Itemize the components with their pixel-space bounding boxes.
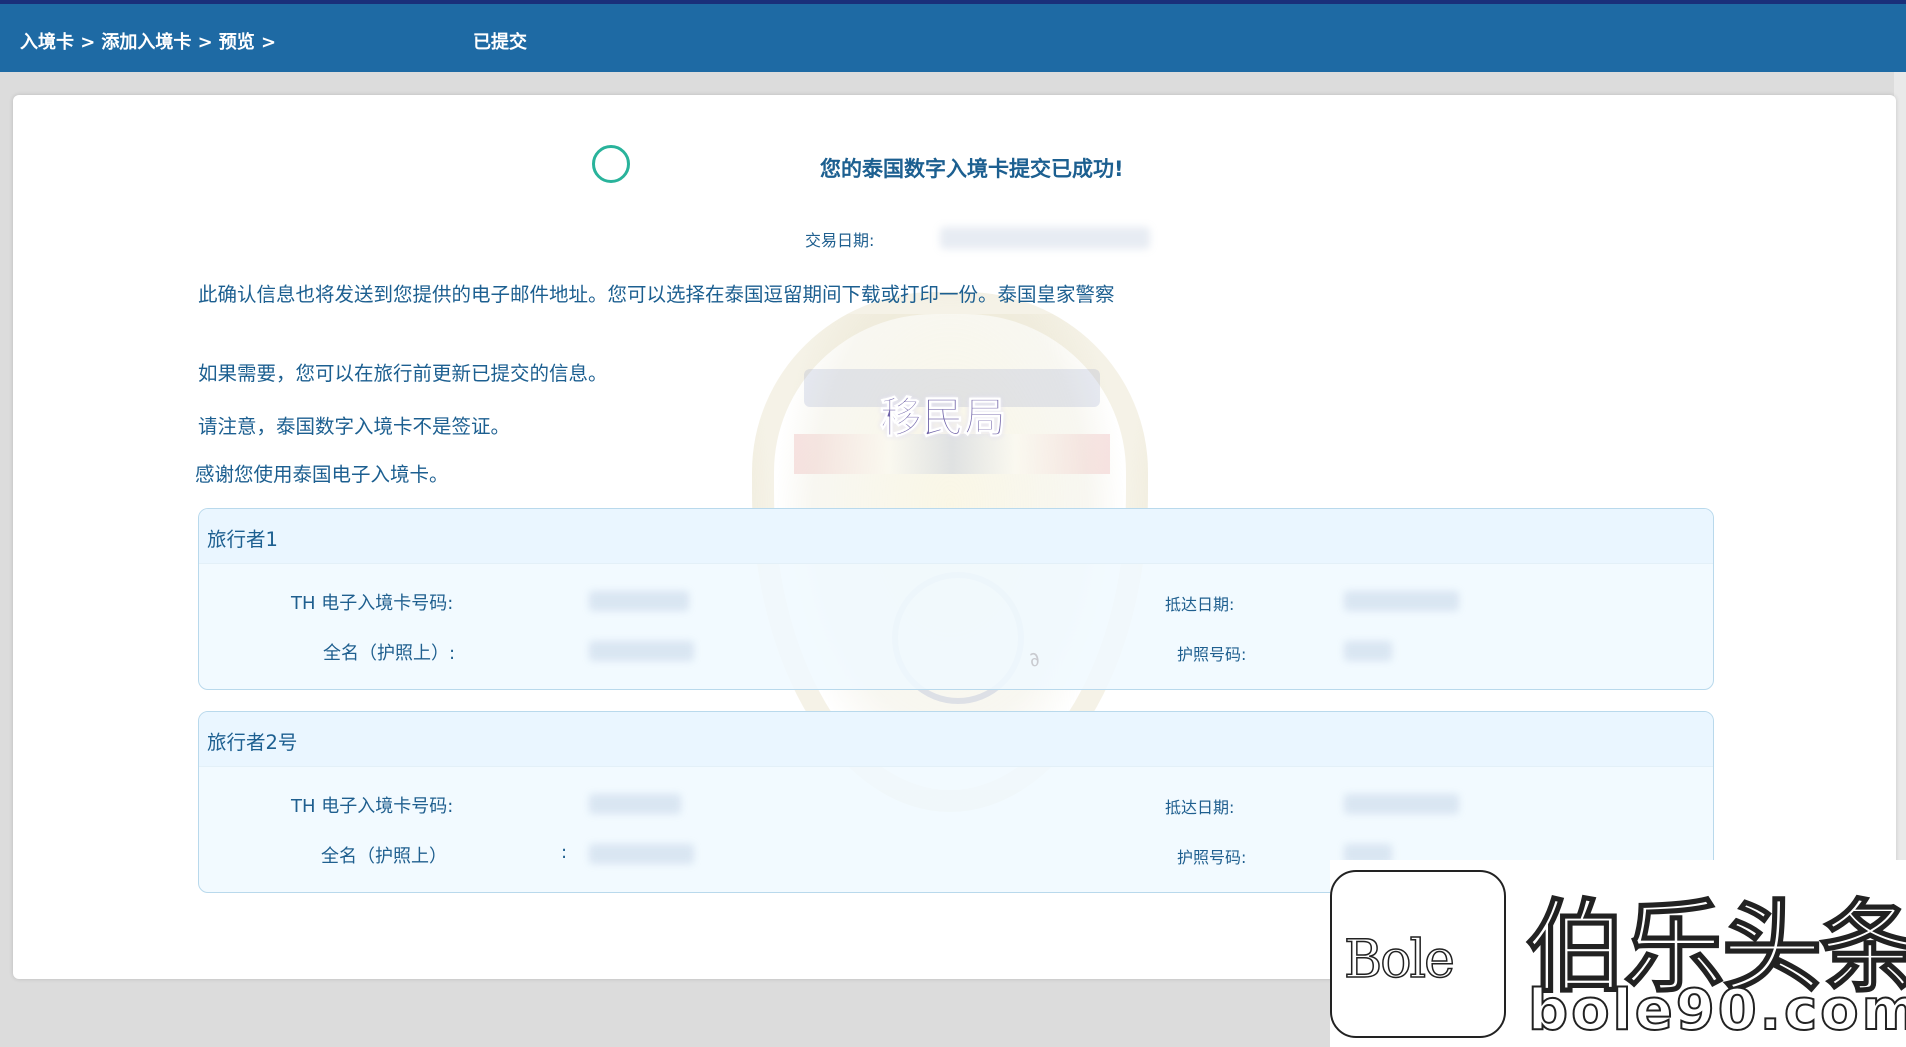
passport-number-label: 护照号码: — [1177, 645, 1247, 664]
emblem-title: 移民局 — [879, 393, 1007, 443]
arrival-date-value-redacted — [1344, 591, 1459, 611]
arrival-date-value-redacted — [1344, 794, 1459, 814]
card-number-label: TH 电子入境卡号码: — [291, 796, 454, 817]
arrival-date-label: 抵达日期: — [1165, 595, 1235, 614]
traveler-card-header — [199, 509, 1713, 564]
watermark-url: bole90.com — [1527, 977, 1906, 1044]
traveler-card-header — [199, 712, 1713, 767]
breadcrumb-preview[interactable]: 预览 > — [219, 28, 276, 54]
breadcrumb-add-entry-card[interactable]: 添加入境卡 > — [101, 28, 212, 54]
passport-number-value-redacted — [1344, 641, 1392, 661]
breadcrumb: 入境卡 > 添加入境卡 > 预览 > — [20, 28, 276, 54]
card-number-value-redacted — [589, 591, 689, 611]
full-name-label: 全名（护照上）: — [323, 643, 456, 664]
thanks-note: 感谢您使用泰国电子入境卡。 — [195, 463, 449, 486]
full-name-label: 全名（护照上） — [321, 846, 447, 867]
traveler-card: 旅行者1 TH 电子入境卡号码: 抵达日期: 全名（护照上）: 护照号码: ∂ — [198, 508, 1714, 690]
visa-note: 请注意，泰国数字入境卡不是签证。 — [198, 415, 511, 438]
transaction-date-label: 交易日期: — [805, 231, 875, 250]
breadcrumb-submitted: 已提交 — [473, 32, 527, 53]
card-number-value-redacted — [589, 794, 681, 814]
site-watermark: Bole 伯乐头条 bole90.com — [1330, 860, 1906, 1047]
arrival-date-label: 抵达日期: — [1165, 798, 1235, 817]
full-name-value-redacted — [589, 641, 694, 661]
success-message: 您的泰国数字入境卡提交已成功! — [820, 157, 1124, 181]
watermark-logo-icon: Bole — [1330, 870, 1506, 1038]
confirmation-paragraph: 此确认信息也将发送到您提供的电子邮件地址。您可以选择在泰国逗留期间下载或打印一份… — [198, 283, 1115, 306]
top-navigation-bar: 入境卡 > 添加入境卡 > 预览 > 已提交 — [0, 0, 1906, 72]
update-note: 如果需要，您可以在旅行前更新已提交的信息。 — [198, 362, 608, 385]
breadcrumb-entry-card[interactable]: 入境卡 > — [20, 28, 95, 54]
decorative-glyph: ∂ — [1025, 645, 1044, 673]
success-check-icon — [592, 145, 630, 183]
card-number-label: TH 电子入境卡号码: — [291, 593, 454, 614]
full-name-colon: : — [561, 842, 568, 863]
traveler-title: 旅行者1 — [207, 528, 278, 551]
transaction-date-value-redacted — [940, 227, 1150, 249]
full-name-value-redacted — [589, 844, 694, 864]
passport-number-label: 护照号码: — [1177, 848, 1247, 867]
traveler-title: 旅行者2号 — [207, 731, 298, 754]
watermark-logo-text: Bole — [1343, 929, 1455, 991]
